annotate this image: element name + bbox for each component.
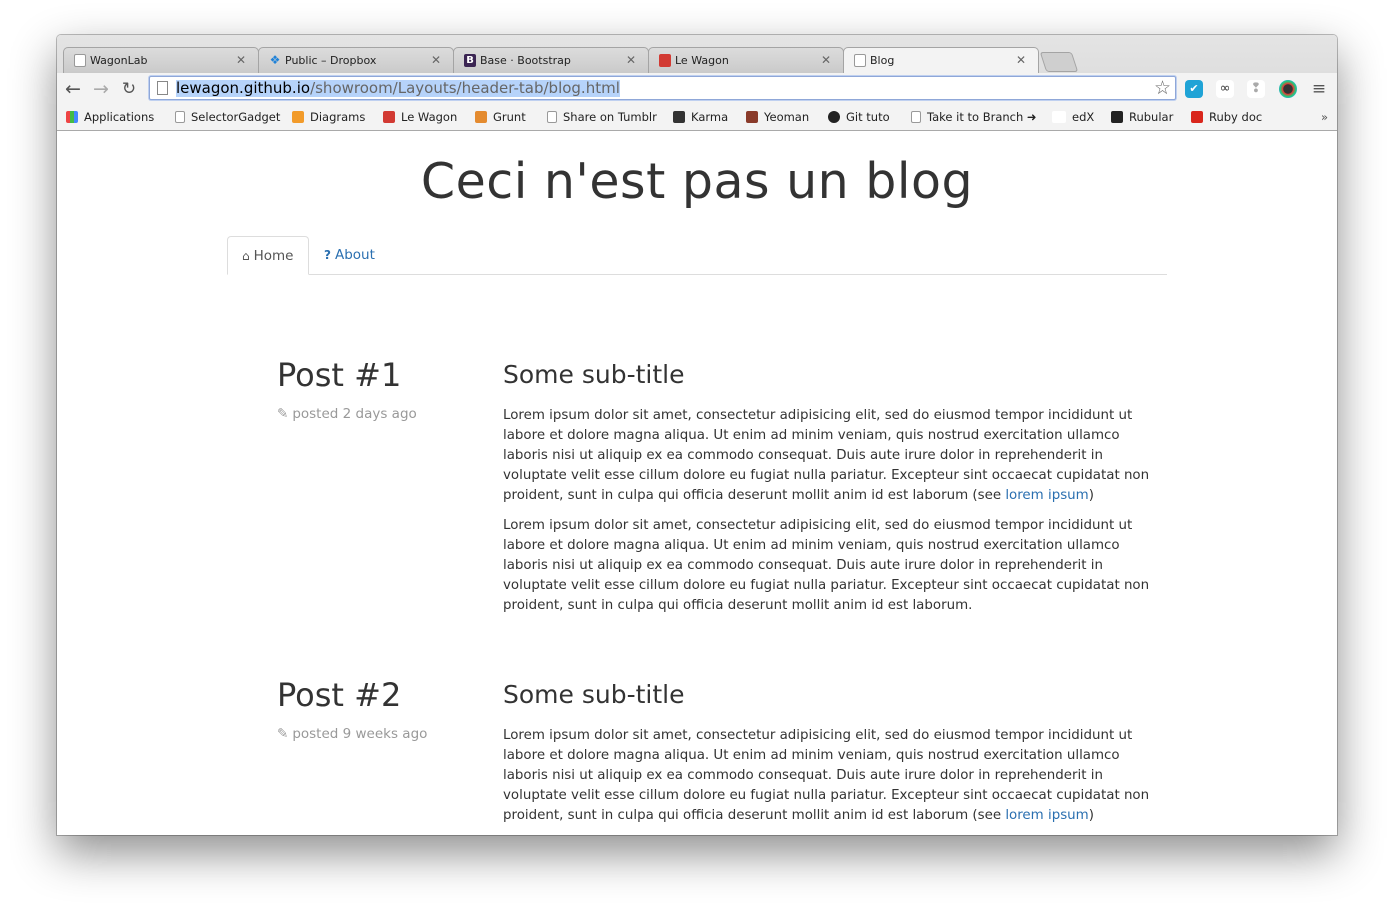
extension-pin-icon[interactable]: ❢ (1247, 80, 1265, 98)
bookmark-git-tuto[interactable]: Git tuto (828, 110, 890, 124)
bookmark-applications[interactable]: Applications (66, 110, 154, 124)
bookmark-yeoman[interactable]: Yeoman (746, 110, 809, 124)
page-icon (547, 111, 557, 123)
yeoman-icon (746, 111, 758, 123)
github-icon (828, 111, 840, 123)
reload-icon[interactable]: ↻ (117, 77, 141, 101)
post-body: Lorem ipsum dolor sit amet, consectetur … (503, 406, 1163, 626)
tab-blog[interactable]: Blog ✕ (843, 47, 1039, 74)
tab-title: Le Wagon (675, 54, 729, 67)
bookmark-diagrams[interactable]: Diagrams (292, 110, 365, 124)
bootstrap-icon: B (464, 54, 476, 67)
toolbar: ← → ↻ lewagon.github.io/showroom/Layouts… (57, 73, 1337, 105)
bookmarks-overflow-button[interactable]: » (1321, 110, 1328, 124)
nav-tabs: ⌂ Home ? About (227, 236, 1167, 275)
post-paragraph: Lorem ipsum dolor sit amet, consectetur … (503, 518, 1150, 613)
edx-icon (1052, 111, 1066, 123)
page-icon (157, 81, 168, 95)
forward-arrow-icon[interactable]: → (89, 77, 113, 101)
page-content: Ceci n'est pas un blog ⌂ Home ? About Post… (57, 131, 1337, 835)
tab-title: Public – Dropbox (285, 54, 377, 67)
url-text[interactable]: lewagon.github.io/showroom/Layouts/heade… (176, 80, 620, 97)
ruby-icon (1191, 111, 1203, 123)
star-icon[interactable]: ☆ (1154, 77, 1171, 99)
tab-home[interactable]: ⌂ Home (227, 236, 309, 275)
tab-bootstrap[interactable]: B Base · Bootstrap ✕ (453, 47, 649, 73)
bookmark-edx[interactable]: edX (1052, 110, 1094, 124)
page-icon (854, 54, 866, 67)
tab-lewagon[interactable]: Le Wagon ✕ (648, 47, 844, 73)
extension-check-icon[interactable]: ✔ (1185, 80, 1203, 98)
pencil-icon: ✎ (277, 726, 289, 742)
dropbox-icon: ❖ (269, 53, 281, 67)
bookmark-rubular[interactable]: Rubular (1111, 110, 1173, 124)
karma-icon (673, 111, 685, 123)
grunt-icon (475, 111, 487, 123)
post-title: Post #1 (277, 356, 402, 394)
bookmark-selectorgadget[interactable]: SelectorGadget (175, 110, 280, 124)
post-subtitle: Some sub-title (503, 360, 685, 389)
home-icon: ⌂ (242, 249, 250, 263)
menu-icon[interactable]: ≡ (1307, 77, 1331, 101)
tab-wagonlab[interactable]: WagonLab ✕ (63, 47, 259, 73)
close-icon[interactable]: ✕ (431, 53, 441, 67)
tab-about[interactable]: ? About (310, 236, 389, 274)
bookmarks-bar: Applications SelectorGadget Diagrams Le … (57, 105, 1337, 130)
bookmark-take-it-to-branch[interactable]: Take it to Branch ➜ (911, 110, 1037, 124)
page-icon (74, 54, 86, 67)
bookmark-ruby-doc[interactable]: Ruby doc (1191, 110, 1262, 124)
bookmark-lewagon[interactable]: Le Wagon (383, 110, 457, 124)
back-arrow-icon[interactable]: ← (61, 77, 85, 101)
close-icon[interactable]: ✕ (821, 53, 831, 67)
tab-title: WagonLab (90, 54, 148, 67)
site-title: Ceci n'est pas un blog (420, 153, 974, 210)
tab-strip: WagonLab ✕ ❖ Public – Dropbox ✕ B Base ·… (57, 35, 1337, 74)
lewagon-icon (659, 54, 671, 67)
extension-mask-icon[interactable]: ∞ (1216, 80, 1234, 98)
post-paragraph: Lorem ipsum dolor sit amet, consectetur … (503, 408, 1150, 503)
tab-dropbox[interactable]: ❖ Public – Dropbox ✕ (258, 47, 454, 73)
post-subtitle: Some sub-title (503, 680, 685, 709)
address-bar[interactable]: lewagon.github.io/showroom/Layouts/heade… (149, 76, 1176, 100)
post-title: Post #2 (277, 676, 402, 714)
bookmark-grunt[interactable]: Grunt (475, 110, 526, 124)
lorem-ipsum-link[interactable]: lorem ipsum (1005, 488, 1088, 503)
bookmark-karma[interactable]: Karma (673, 110, 728, 124)
lorem-ipsum-link[interactable]: lorem ipsum (1005, 808, 1088, 823)
browser-window: WagonLab ✕ ❖ Public – Dropbox ✕ B Base ·… (57, 35, 1337, 835)
extension-color-icon[interactable] (1279, 80, 1297, 98)
post-meta: ✎ posted 2 days ago (277, 406, 417, 422)
browser-chrome: WagonLab ✕ ❖ Public – Dropbox ✕ B Base ·… (57, 35, 1337, 131)
bookmark-share-on-tumblr[interactable]: Share on Tumblr (547, 110, 657, 124)
rubular-icon (1111, 111, 1123, 123)
close-icon[interactable]: ✕ (236, 53, 246, 67)
lewagon-icon (383, 111, 395, 123)
apps-grid-icon (66, 111, 78, 123)
post-body: Lorem ipsum dolor sit amet, consectetur … (503, 726, 1163, 835)
pencil-icon: ✎ (277, 406, 289, 422)
post-meta: ✎ posted 9 weeks ago (277, 726, 428, 742)
page-icon (175, 111, 185, 123)
new-tab-button[interactable] (1039, 52, 1079, 72)
tab-title: Base · Bootstrap (480, 54, 571, 67)
close-icon[interactable]: ✕ (626, 53, 636, 67)
diagrams-icon (292, 111, 304, 123)
close-icon[interactable]: ✕ (1016, 53, 1026, 67)
question-icon: ? (324, 248, 331, 262)
tab-title: Blog (870, 54, 895, 67)
post-paragraph: Lorem ipsum dolor sit amet, consectetur … (503, 728, 1150, 823)
page-icon (911, 111, 921, 123)
